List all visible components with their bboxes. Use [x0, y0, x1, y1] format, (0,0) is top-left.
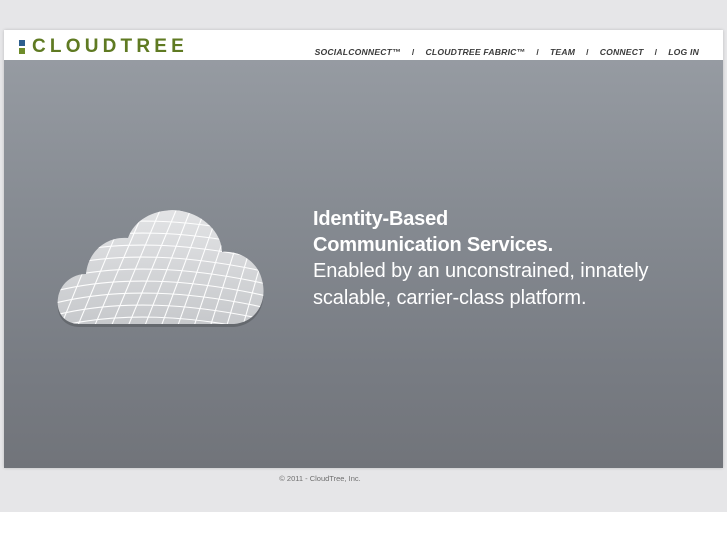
copyright-text: © 2011 - CloudTree, Inc. [279, 474, 361, 483]
nav-separator: / [411, 47, 415, 57]
main-nav: SOCIALCONNECT™ / CLOUDTREE FABRIC™ / TEA… [315, 47, 699, 57]
nav-connect[interactable]: CONNECT [600, 47, 644, 57]
header: CLOUDTREE SOCIALCONNECT™ / CLOUDTREE FAB… [4, 30, 723, 60]
hero-headline: Identity-Based Communication Services. E… [313, 206, 649, 312]
headline-line-2: Communication Services. [313, 234, 553, 256]
headline-line-3: Enabled by an unconstrained, innately [313, 260, 649, 282]
cloud-icon [57, 210, 264, 327]
footer: © 2011 - CloudTree, Inc. [0, 474, 727, 483]
nav-cloudtree-fabric[interactable]: CLOUDTREE FABRIC™ [426, 47, 526, 57]
nav-log-in[interactable]: LOG IN [668, 47, 699, 57]
nav-separator: / [586, 47, 589, 57]
nav-team[interactable]: TEAM [550, 47, 575, 57]
nav-socialconnect[interactable]: SOCIALCONNECT™ [315, 47, 401, 57]
nav-separator: / [654, 47, 658, 57]
hero-banner: Identity-Based Communication Services. E… [4, 60, 723, 468]
headline-line-4: scalable, carrier-class platform. [313, 287, 587, 309]
site-frame: CLOUDTREE SOCIALCONNECT™ / CLOUDTREE FAB… [4, 30, 723, 468]
headline-line-1: Identity-Based [313, 208, 449, 230]
logo-mark-blue [19, 40, 25, 46]
logo[interactable]: CLOUDTREE [19, 36, 189, 57]
logo-text: CLOUDTREE [32, 36, 189, 57]
logo-mark-icon [19, 40, 25, 54]
logo-mark-green [19, 48, 25, 54]
nav-separator: / [536, 47, 539, 57]
